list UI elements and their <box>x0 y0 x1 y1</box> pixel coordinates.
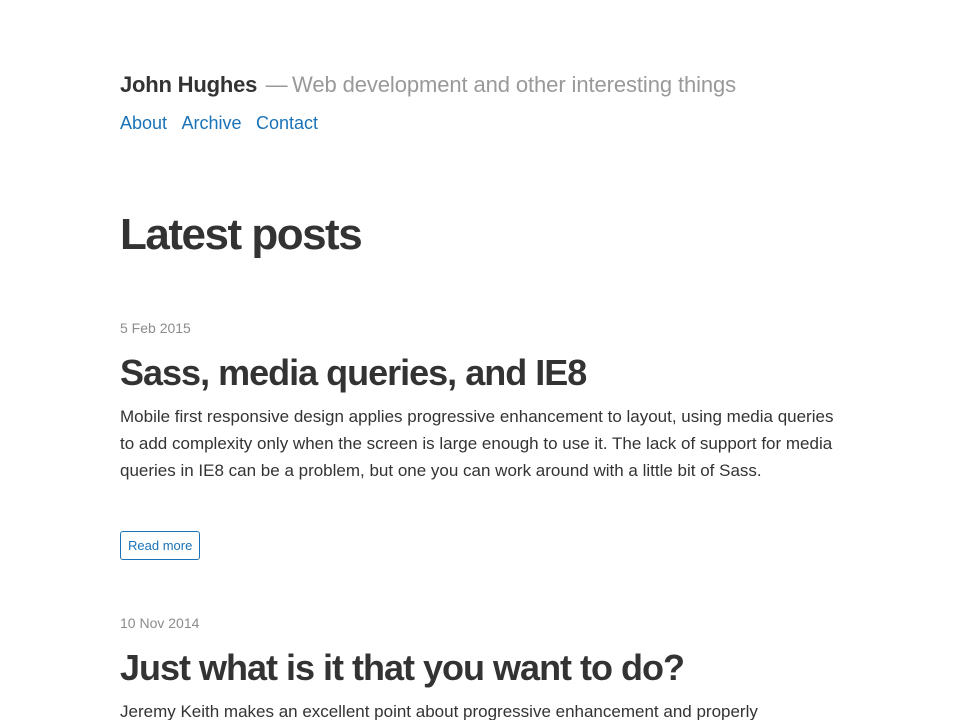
main-nav: About Archive Contact <box>120 113 328 134</box>
nav-link-contact[interactable]: Contact <box>256 113 318 133</box>
post-date: 10 Nov 2014 <box>120 615 200 631</box>
page-title: Latest posts <box>120 210 363 259</box>
post-title-link[interactable]: Just what is it that you want to do? <box>120 647 685 689</box>
post-item: 5 Feb 2015 Sass, media queries, and IE8 … <box>120 320 840 560</box>
post-excerpt: Jeremy Keith makes an excellent point ab… <box>120 702 758 720</box>
post-date: 5 Feb 2015 <box>120 320 191 336</box>
title-separator: — <box>265 72 288 97</box>
nav-link-archive[interactable]: Archive <box>182 113 242 133</box>
read-more-button[interactable]: Read more <box>120 531 201 560</box>
nav-link-about[interactable]: About <box>120 113 167 133</box>
site-tagline: Web development and other interesting th… <box>292 72 737 97</box>
site-title-link[interactable]: John Hughes <box>120 72 257 97</box>
post-excerpt: Mobile first responsive design applies p… <box>120 407 834 480</box>
post-title-link[interactable]: Sass, media queries, and IE8 <box>120 352 587 394</box>
site-header: John Hughes — Web development and other … <box>120 72 736 98</box>
post-item: 10 Nov 2014 Just what is it that you wan… <box>120 615 840 720</box>
